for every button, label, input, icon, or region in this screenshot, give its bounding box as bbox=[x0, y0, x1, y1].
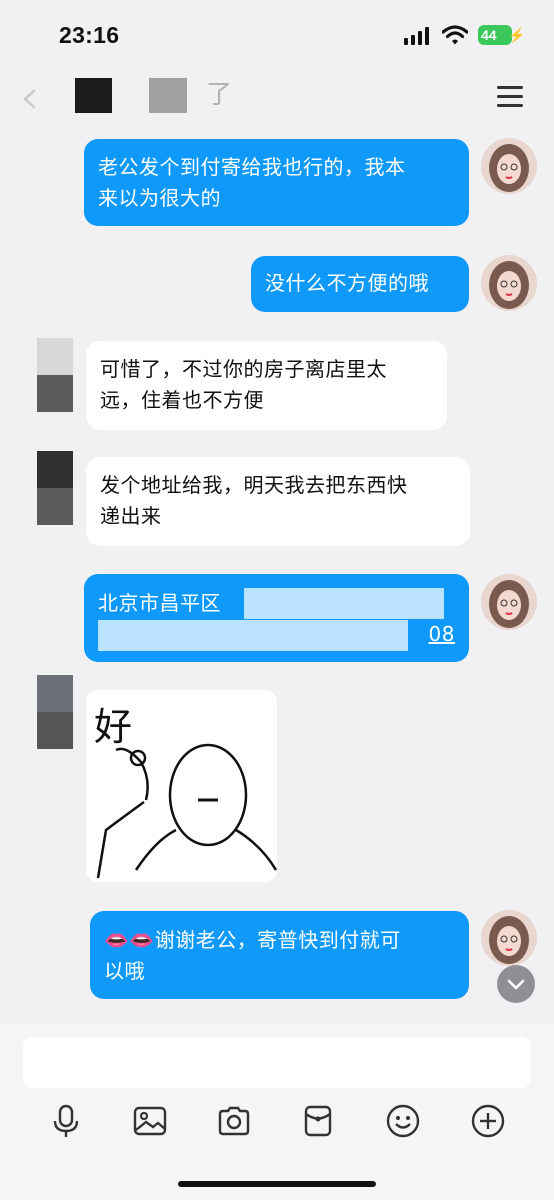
wifi-icon bbox=[442, 25, 468, 45]
battery-indicator: 44 ⚡ bbox=[478, 25, 525, 45]
message-text-line: 远，住着也不方便 bbox=[100, 388, 264, 412]
chevron-down-icon bbox=[507, 979, 525, 990]
emoji-icon[interactable] bbox=[385, 1103, 421, 1139]
sticker-character-drawing bbox=[96, 743, 277, 879]
menu-icon[interactable] bbox=[497, 86, 523, 107]
contact-title: 了 bbox=[206, 80, 233, 110]
message-bubble-incoming[interactable]: 发个地址给我，明天我去把东西快 递出来 bbox=[86, 457, 470, 546]
chat-header: 了 bbox=[0, 70, 554, 130]
message-text-line: 来以为很大的 bbox=[98, 186, 221, 210]
home-indicator bbox=[178, 1181, 376, 1187]
image-icon[interactable] bbox=[132, 1103, 168, 1139]
battery-level: 44 bbox=[481, 27, 497, 43]
status-bar: 23:16 44 ⚡ bbox=[0, 0, 554, 70]
my-avatar[interactable] bbox=[481, 255, 537, 311]
cellular-signal-icon bbox=[404, 27, 430, 45]
redacted-contact-name-2 bbox=[149, 78, 187, 113]
message-text-line: 👄👄谢谢老公，寄普快到付就可 bbox=[104, 925, 455, 956]
plus-icon[interactable] bbox=[470, 1103, 506, 1139]
message-text-line: 以哦 bbox=[104, 959, 145, 983]
microphone-icon[interactable] bbox=[48, 1103, 84, 1139]
redacted-address bbox=[244, 588, 444, 619]
message-text-line: 可惜了，不过你的房子离店里太 bbox=[100, 357, 387, 381]
red-packet-icon[interactable] bbox=[300, 1103, 336, 1139]
redacted-contact-name bbox=[75, 78, 112, 113]
message-text: 谢谢老公，寄普快到付就可 bbox=[154, 928, 401, 952]
contact-avatar[interactable] bbox=[37, 675, 73, 749]
message-text-line: 发个地址给我，明天我去把东西快 bbox=[100, 473, 408, 497]
charging-bolt-icon: ⚡ bbox=[508, 27, 526, 43]
message-bubble-outgoing[interactable]: 👄👄谢谢老公，寄普快到付就可 以哦 bbox=[90, 911, 469, 999]
my-avatar[interactable] bbox=[481, 574, 537, 630]
message-bubble-outgoing[interactable]: 北京市昌平区 08 bbox=[84, 574, 469, 662]
message-bubble-incoming[interactable]: 可惜了，不过你的房子离店里太 远，住着也不方便 bbox=[86, 341, 447, 430]
message-text-line: 老公发个到付寄给我也行的，我本 bbox=[98, 155, 406, 179]
message-text-line: 递出来 bbox=[100, 504, 162, 528]
contact-avatar[interactable] bbox=[37, 338, 73, 412]
sticker-message[interactable]: 好 bbox=[86, 690, 277, 882]
message-bubble-outgoing[interactable]: 老公发个到付寄给我也行的，我本 来以为很大的 bbox=[84, 139, 469, 226]
message-input[interactable] bbox=[23, 1037, 531, 1088]
status-time: 23:16 bbox=[59, 22, 120, 48]
scroll-to-bottom-button[interactable] bbox=[497, 965, 535, 1003]
contact-avatar[interactable] bbox=[37, 451, 73, 525]
lips-emoji-icon: 👄👄 bbox=[104, 928, 155, 952]
my-avatar[interactable] bbox=[481, 910, 537, 966]
redacted-address bbox=[98, 620, 408, 651]
camera-icon[interactable] bbox=[216, 1103, 252, 1139]
my-avatar[interactable] bbox=[481, 138, 537, 194]
back-arrow-icon[interactable] bbox=[20, 88, 42, 110]
message-bubble-outgoing[interactable]: 没什么不方便的哦 bbox=[251, 256, 469, 312]
composer bbox=[0, 1025, 554, 1200]
message-text-line: 没什么不方便的哦 bbox=[265, 271, 429, 295]
